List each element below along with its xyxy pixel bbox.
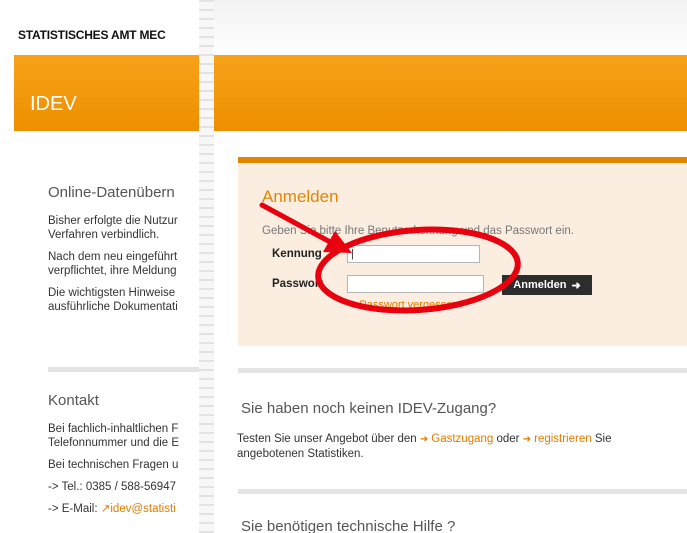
left-content: Online-Datenübern Bisher erfolgte die Nu… [48, 184, 200, 322]
guest-access-link[interactable]: ➜ Gastzugang [420, 433, 493, 445]
passwort-input[interactable] [347, 275, 484, 293]
paragraph-line: Bisher erfolgte die Nutzur [48, 215, 178, 227]
access-text-part: oder [496, 433, 520, 445]
login-hint: Geben Sie bitte Ihre Benutzerkennung und… [262, 225, 574, 237]
kennung-input[interactable]: | [347, 245, 480, 263]
arrow-right-icon: ➜ [522, 434, 532, 445]
paragraph: Nach dem neu eingeführt verpflichtet, ih… [48, 250, 200, 278]
access-text-part: Testen Sie unser Angebot über den [237, 433, 417, 445]
help-heading: Sie benötigen technische Hilfe ? [241, 518, 456, 533]
paragraph-line: verpflichtet, ihre Meldung [48, 265, 177, 277]
right-header-banner [214, 55, 687, 131]
register-link[interactable]: ➜ registrieren [523, 433, 592, 445]
contact-line: Telefonnummer und die E [48, 437, 180, 449]
torn-edge [199, 0, 215, 533]
access-text: Testen Sie unser Angebot über den ➜ Gastz… [237, 432, 687, 461]
access-line: Testen Sie unser Angebot über den ➜ Gastz… [237, 432, 687, 447]
register-label: registrieren [534, 433, 592, 445]
content-heading: Online-Datenübern [48, 184, 175, 201]
forgot-password-link[interactable]: ➜ Passwort vergessen? [348, 299, 465, 311]
divider [48, 367, 200, 372]
contact-paragraph: -> E-Mail: ↗idev@statisti [48, 502, 200, 516]
guest-access-label: Gastzugang [431, 433, 494, 445]
email-link[interactable]: ↗idev@statisti [101, 503, 176, 515]
login-panel: Anmelden Geben Sie bitte Ihre Benutzerke… [238, 157, 687, 346]
contact-line: Bei technischen Fragen u [48, 459, 179, 471]
contact-section: Kontakt Bei fachlich-inhaltlichen F Tele… [48, 392, 200, 524]
email-prefix: -> E-Mail: [48, 503, 98, 515]
login-title: Anmelden [262, 187, 339, 206]
forgot-password-label: Passwort vergessen? [359, 299, 465, 311]
contact-paragraph: Bei fachlich-inhaltlichen F Telefonnumme… [48, 422, 200, 450]
arrow-right-icon: ➜ [348, 300, 357, 311]
email-link-text: idev@statisti [110, 503, 176, 515]
top-bar [214, 0, 687, 55]
right-page-fragment: Anmelden Geben Sie bitte Ihre Benutzerke… [214, 0, 687, 533]
left-page-fragment: STATISTISCHES AMT MEC IDEV Online-Datenü… [0, 0, 200, 533]
phone-line: -> Tel.: 0385 / 588-56947 [48, 481, 176, 493]
login-button[interactable]: Anmelden ➜ [502, 275, 592, 295]
access-heading: Sie haben noch keinen IDEV-Zugang? [241, 400, 497, 417]
section-title: IDEV [30, 93, 77, 115]
external-link-icon: ↗ [100, 503, 111, 515]
contact-line: Bei fachlich-inhaltlichen F [48, 423, 179, 435]
access-text-part: Sie [594, 433, 612, 445]
kennung-label: Kennung [272, 248, 322, 260]
paragraph: Bisher erfolgte die Nutzur Verfahren ver… [48, 214, 200, 242]
paragraph-line: Nach dem neu eingeführt [48, 251, 178, 263]
paragraph-line: ausführliche Dokumentati [48, 301, 178, 313]
contact-paragraph: -> Tel.: 0385 / 588-56947 [48, 480, 200, 494]
access-line: angebotenen Statistiken. [237, 448, 364, 460]
passwort-label: Passwort [272, 278, 324, 290]
contact-paragraph: Bei technischen Fragen u [48, 458, 200, 472]
login-button-label: Anmelden [513, 279, 567, 291]
divider [238, 368, 687, 373]
contact-heading: Kontakt [48, 392, 99, 409]
paragraph: Die wichtigsten Hinweise ausführliche Do… [48, 286, 200, 314]
divider [238, 489, 687, 494]
brand-title: STATISTISCHES AMT MEC [18, 28, 166, 42]
arrow-right-icon: ➜ [571, 279, 581, 292]
paragraph-line: Die wichtigsten Hinweise [48, 287, 176, 299]
arrow-right-icon: ➜ [419, 434, 429, 445]
paragraph-line: Verfahren verbindlich. [48, 229, 160, 241]
